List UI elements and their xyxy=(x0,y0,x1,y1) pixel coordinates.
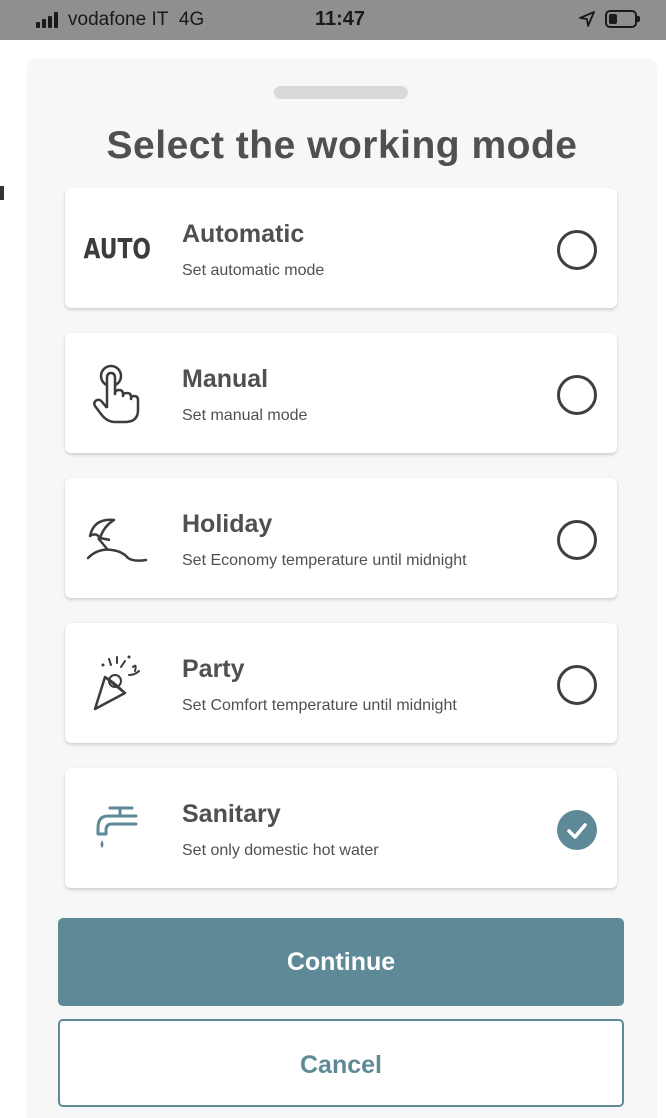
beach-umbrella-icon xyxy=(85,508,149,568)
edge-mark xyxy=(0,186,4,200)
carrier-name: vodafone IT xyxy=(68,9,169,30)
radio-button-sanitary[interactable] xyxy=(557,810,597,850)
party-popper-icon xyxy=(85,653,149,713)
signal-strength-icon xyxy=(36,12,58,28)
clock: 11:47 xyxy=(315,8,366,30)
option-automatic[interactable]: AUTO Automatic Set automatic mode xyxy=(65,188,617,308)
checkmark-icon xyxy=(567,823,587,839)
option-name: Automatic xyxy=(182,220,305,248)
option-description: Set manual mode xyxy=(182,407,308,424)
option-name: Sanitary xyxy=(182,800,281,828)
continue-button[interactable]: Continue xyxy=(58,918,624,1006)
hand-pointer-icon xyxy=(85,363,149,424)
option-description: Set automatic mode xyxy=(182,262,325,279)
option-manual[interactable]: Manual Set manual mode xyxy=(65,333,617,453)
option-party[interactable]: Party Set Comfort temperature until midn… xyxy=(65,623,617,743)
sheet-title: Select the working mode xyxy=(106,124,578,167)
option-sanitary[interactable]: Sanitary Set only domestic hot water xyxy=(65,768,617,888)
mode-selection-sheet: Select the working mode AUTO Automatic S… xyxy=(27,58,657,1118)
water-tap-icon xyxy=(85,798,149,858)
radio-button-manual[interactable] xyxy=(557,375,597,415)
battery-icon xyxy=(605,10,640,28)
option-description: Set only domestic hot water xyxy=(182,842,379,859)
option-holiday[interactable]: Holiday Set Economy temperature until mi… xyxy=(65,478,617,598)
location-arrow-icon xyxy=(579,11,595,27)
option-name: Manual xyxy=(182,365,269,393)
sheet-grabber-handle[interactable] xyxy=(274,86,408,99)
status-bar: vodafone IT 4G 11:47 xyxy=(0,0,666,40)
option-name: Holiday xyxy=(182,510,273,538)
radio-button-party[interactable] xyxy=(557,665,597,705)
carrier-label: vodafone IT 4G xyxy=(68,9,204,31)
radio-button-automatic[interactable] xyxy=(557,230,597,270)
option-description: Set Economy temperature until midnight xyxy=(182,552,467,569)
auto-icon: AUTO xyxy=(83,231,151,265)
option-description: Set Comfort temperature until midnight xyxy=(182,697,457,714)
radio-button-holiday[interactable] xyxy=(557,520,597,560)
cancel-button[interactable]: Cancel xyxy=(58,1019,624,1107)
network-type: 4G xyxy=(178,9,205,30)
option-name: Party xyxy=(182,655,245,683)
